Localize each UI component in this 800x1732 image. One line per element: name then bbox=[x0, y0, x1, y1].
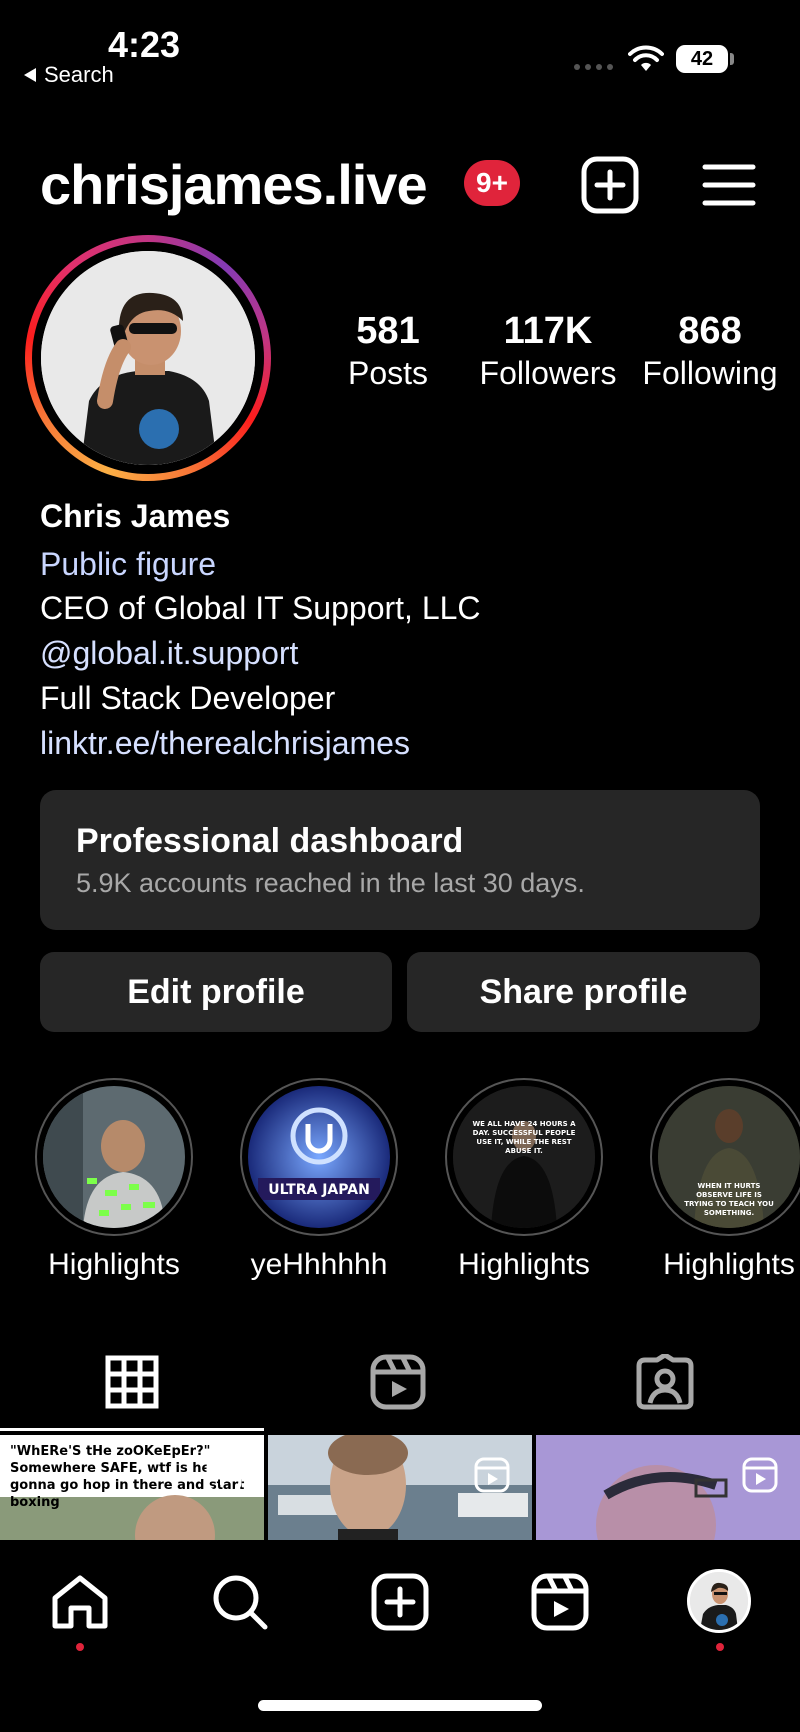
highlight-label: Highlights bbox=[663, 1248, 795, 1281]
bio-category: Public figure bbox=[40, 546, 217, 582]
highlight-item[interactable]: ULTRA JAPAN bbox=[240, 1078, 398, 1236]
share-profile-button[interactable]: Share profile bbox=[407, 952, 760, 1032]
profile-username[interactable]: chrisjames.live bbox=[40, 152, 428, 217]
reel-badge-icon bbox=[742, 1457, 778, 1493]
nav-create[interactable] bbox=[368, 1570, 432, 1634]
nav-profile[interactable] bbox=[687, 1569, 751, 1633]
reels-icon bbox=[370, 1354, 426, 1410]
back-label: Search bbox=[44, 62, 114, 87]
home-indicator bbox=[258, 1700, 542, 1711]
back-to-search[interactable]: Search bbox=[24, 62, 114, 88]
highlight-item[interactable]: WE ALL HAVE 24 HOURS A DAY. SUCCESSFUL P… bbox=[445, 1078, 603, 1236]
notification-badge[interactable]: 9+ bbox=[464, 160, 520, 206]
nav-search[interactable] bbox=[208, 1570, 272, 1634]
highlight-cover: WE ALL HAVE 24 HOURS A DAY. SUCCESSFUL P… bbox=[453, 1086, 595, 1228]
following-count: 868 bbox=[678, 310, 742, 352]
post-thumbnail[interactable]: "WhERe'S tHe zoOKeEpEr?" Somewhere SAFE,… bbox=[0, 1435, 264, 1540]
post-thumbnail[interactable] bbox=[536, 1435, 800, 1540]
highlight-item[interactable] bbox=[35, 1078, 193, 1236]
followers-count: 117K bbox=[503, 310, 593, 352]
highlight-label: Highlights bbox=[48, 1248, 180, 1281]
nav-reels[interactable] bbox=[528, 1570, 592, 1634]
highlight-cover-quote: WE ALL HAVE 24 HOURS A DAY. SUCCESSFUL P… bbox=[472, 1120, 576, 1155]
highlight-label: Highlights bbox=[458, 1248, 590, 1281]
highlight-cover: ULTRA JAPAN bbox=[248, 1086, 390, 1228]
dashboard-title: Professional dashboard bbox=[76, 822, 464, 860]
profile-avatar[interactable] bbox=[41, 251, 255, 465]
reel-badge-icon bbox=[474, 1457, 510, 1493]
tab-grid[interactable] bbox=[100, 1350, 164, 1414]
following-label: Following bbox=[642, 355, 778, 391]
profile-avatar-thumb bbox=[690, 1572, 748, 1630]
highlight-cover-quote: WHEN IT HURTS OBSERVE LIFE IS TRYING TO … bbox=[684, 1182, 774, 1217]
create-icon bbox=[371, 1573, 429, 1631]
reel-badge-icon bbox=[206, 1457, 242, 1493]
edit-profile-button[interactable]: Edit profile bbox=[40, 952, 392, 1032]
tab-tagged[interactable] bbox=[633, 1350, 697, 1414]
hamburger-icon bbox=[702, 164, 756, 206]
highlight-cover bbox=[43, 1086, 185, 1228]
tagged-icon bbox=[636, 1354, 694, 1410]
post-thumbnail[interactable] bbox=[268, 1435, 532, 1540]
home-icon bbox=[52, 1575, 108, 1629]
posts-count: 581 bbox=[356, 310, 420, 352]
battery-tip bbox=[730, 53, 734, 65]
highlight-cover: WHEN IT HURTS OBSERVE LIFE IS TRYING TO … bbox=[658, 1086, 800, 1228]
svg-text:ULTRA JAPAN: ULTRA JAPAN bbox=[268, 1182, 370, 1198]
plus-square-icon bbox=[581, 156, 639, 214]
posts-label: Posts bbox=[347, 355, 429, 391]
followers-label: Followers bbox=[479, 355, 617, 391]
back-arrow-icon bbox=[24, 68, 36, 82]
active-tab-indicator bbox=[0, 1428, 264, 1431]
home-activity-dot bbox=[76, 1643, 84, 1651]
search-icon bbox=[213, 1575, 268, 1630]
stat-followers[interactable]: 117K Followers bbox=[468, 310, 628, 392]
bio-name: Chris James bbox=[40, 498, 231, 534]
wifi-icon bbox=[628, 45, 664, 71]
menu-button[interactable] bbox=[700, 160, 758, 210]
bio-text-line: Full Stack Developer bbox=[40, 680, 336, 716]
stat-posts[interactable]: 581 Posts bbox=[328, 310, 448, 392]
profile-activity-dot bbox=[716, 1643, 724, 1651]
grid-icon bbox=[105, 1355, 159, 1409]
nav-home[interactable] bbox=[48, 1570, 112, 1634]
battery-indicator: 42 bbox=[676, 45, 728, 73]
tab-reels[interactable] bbox=[366, 1350, 430, 1414]
highlight-item[interactable]: WHEN IT HURTS OBSERVE LIFE IS TRYING TO … bbox=[650, 1078, 800, 1236]
bio-website-link[interactable]: linktr.ee/therealchrisjames bbox=[40, 725, 410, 762]
bio-text-line: CEO of Global IT Support, LLC bbox=[40, 590, 481, 626]
bio-mention-link[interactable]: @global.it.support bbox=[40, 635, 298, 672]
highlight-label: yeHhhhhh bbox=[250, 1248, 388, 1281]
cellular-signal-icon bbox=[574, 64, 613, 70]
status-time: 4:23 bbox=[108, 24, 181, 65]
dashboard-subtitle: 5.9K accounts reached in the last 30 day… bbox=[76, 868, 585, 898]
avatar-photo bbox=[41, 251, 255, 465]
create-post-button[interactable] bbox=[580, 155, 640, 215]
reels-icon bbox=[531, 1573, 589, 1631]
stat-following[interactable]: 868 Following bbox=[630, 310, 790, 392]
